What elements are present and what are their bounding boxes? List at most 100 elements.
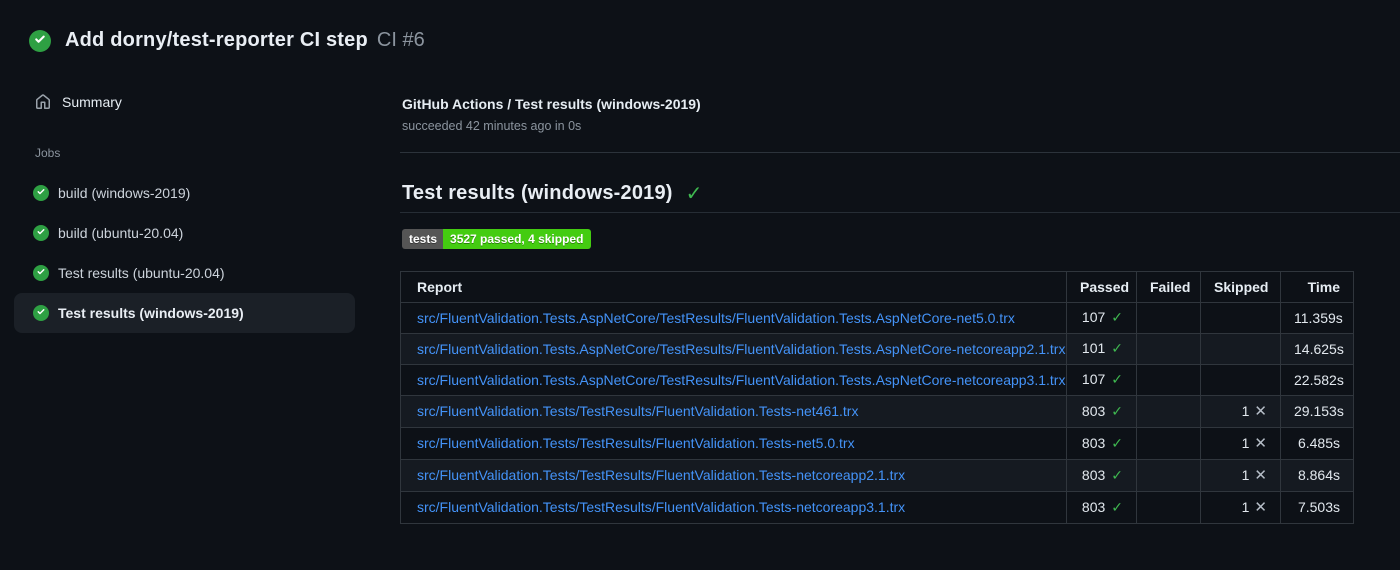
badge-value: 3527 passed, 4 skipped bbox=[443, 229, 592, 249]
table-row: src/FluentValidation.Tests/TestResults/F… bbox=[400, 427, 1354, 460]
column-header-passed: Passed bbox=[1066, 271, 1137, 303]
passed-cell: 803 ✓ bbox=[1066, 427, 1137, 460]
failed-cell bbox=[1136, 395, 1201, 428]
main-content: GitHub Actions / Test results (windows-2… bbox=[400, 0, 1400, 570]
home-icon bbox=[35, 94, 51, 110]
report-link[interactable]: src/FluentValidation.Tests/TestResults/F… bbox=[417, 499, 905, 515]
report-cell: src/FluentValidation.Tests/TestResults/F… bbox=[400, 395, 1067, 428]
skipped-count: 1 bbox=[1241, 499, 1250, 515]
sidebar-item-build-ubuntu-20-04[interactable]: build (ubuntu-20.04) bbox=[14, 213, 355, 253]
table-row: src/FluentValidation.Tests/TestResults/F… bbox=[400, 491, 1354, 524]
passed-check-icon: ✓ bbox=[1111, 499, 1123, 516]
success-check-circle-icon bbox=[33, 265, 49, 281]
skipped-cell: 1 ✕ bbox=[1200, 459, 1281, 492]
time-cell: 29.153s bbox=[1280, 395, 1354, 428]
column-header-report: Report bbox=[400, 271, 1067, 303]
sidebar: Summary Jobs build (windows-2019) build … bbox=[0, 0, 380, 570]
sidebar-item-test-results-windows-2019[interactable]: Test results (windows-2019) bbox=[14, 293, 355, 333]
skipped-cell: 1 ✕ bbox=[1200, 395, 1281, 428]
passed-count: 803 bbox=[1081, 466, 1106, 483]
failed-cell bbox=[1136, 491, 1201, 524]
time-cell: 7.503s bbox=[1280, 491, 1354, 524]
table-header-row: Report Passed Failed Skipped Time bbox=[400, 271, 1354, 303]
success-check-icon: ✓ bbox=[685, 181, 703, 205]
time-cell: 14.625s bbox=[1280, 333, 1354, 365]
failed-cell bbox=[1136, 302, 1201, 334]
section-heading-row: Test results (windows-2019) ✓ bbox=[402, 181, 702, 205]
skipped-cell bbox=[1200, 364, 1281, 396]
report-link[interactable]: src/FluentValidation.Tests.AspNetCore/Te… bbox=[417, 310, 1015, 326]
time-cell: 8.864s bbox=[1280, 459, 1354, 492]
passed-check-icon: ✓ bbox=[1111, 403, 1123, 420]
skipped-count: 1 bbox=[1241, 467, 1250, 483]
skipped-cross-icon: ✕ bbox=[1254, 402, 1267, 420]
time-cell: 11.359s bbox=[1280, 302, 1354, 334]
report-link[interactable]: src/FluentValidation.Tests.AspNetCore/Te… bbox=[417, 341, 1065, 357]
passed-count: 803 bbox=[1081, 498, 1106, 515]
passed-check-icon: ✓ bbox=[1111, 310, 1123, 326]
success-check-circle-icon bbox=[33, 225, 49, 241]
sidebar-item-summary[interactable]: Summary bbox=[35, 94, 122, 110]
success-check-circle-icon bbox=[33, 305, 49, 321]
passed-cell: 803 ✓ bbox=[1066, 459, 1137, 492]
skipped-cross-icon: ✕ bbox=[1254, 434, 1267, 452]
report-cell: src/FluentValidation.Tests.AspNetCore/Te… bbox=[400, 333, 1067, 365]
column-header-skipped: Skipped bbox=[1200, 271, 1281, 303]
jobs-list: build (windows-2019) build (ubuntu-20.04… bbox=[14, 173, 355, 333]
report-table-body: src/FluentValidation.Tests.AspNetCore/Te… bbox=[400, 302, 1354, 524]
table-row: src/FluentValidation.Tests.AspNetCore/Te… bbox=[400, 302, 1354, 334]
status-line: succeeded 42 minutes ago in 0s bbox=[402, 119, 582, 133]
table-row: src/FluentValidation.Tests/TestResults/F… bbox=[400, 395, 1354, 428]
failed-cell bbox=[1136, 333, 1201, 365]
skipped-cell: 1 ✕ bbox=[1200, 491, 1281, 524]
jobs-section-label: Jobs bbox=[35, 146, 61, 160]
report-link[interactable]: src/FluentValidation.Tests.AspNetCore/Te… bbox=[417, 372, 1065, 388]
column-header-time: Time bbox=[1280, 271, 1354, 303]
passed-cell: 107 ✓ bbox=[1066, 302, 1137, 334]
report-link[interactable]: src/FluentValidation.Tests/TestResults/F… bbox=[417, 403, 858, 419]
skipped-cross-icon: ✕ bbox=[1254, 498, 1267, 516]
job-label: build (windows-2019) bbox=[58, 185, 191, 201]
failed-cell bbox=[1136, 459, 1201, 492]
passed-count: 803 bbox=[1081, 402, 1106, 419]
passed-cell: 101 ✓ bbox=[1066, 333, 1137, 365]
divider bbox=[400, 212, 1400, 213]
passed-count: 101 bbox=[1081, 340, 1106, 356]
table-row: src/FluentValidation.Tests.AspNetCore/Te… bbox=[400, 364, 1354, 396]
failed-cell bbox=[1136, 364, 1201, 396]
report-table: Report Passed Failed Skipped Time src/Fl… bbox=[400, 271, 1354, 524]
job-label: build (ubuntu-20.04) bbox=[58, 225, 184, 241]
time-cell: 6.485s bbox=[1280, 427, 1354, 460]
sidebar-item-build-windows-2019[interactable]: build (windows-2019) bbox=[14, 173, 355, 213]
passed-count: 107 bbox=[1081, 371, 1106, 387]
table-row: src/FluentValidation.Tests.AspNetCore/Te… bbox=[400, 333, 1354, 365]
report-link[interactable]: src/FluentValidation.Tests/TestResults/F… bbox=[417, 435, 855, 451]
passed-check-icon: ✓ bbox=[1111, 467, 1123, 484]
badge-label: tests bbox=[402, 229, 444, 249]
report-cell: src/FluentValidation.Tests/TestResults/F… bbox=[400, 427, 1067, 460]
report-cell: src/FluentValidation.Tests/TestResults/F… bbox=[400, 459, 1067, 492]
section-heading: Test results (windows-2019) bbox=[402, 181, 673, 204]
summary-label: Summary bbox=[62, 94, 122, 110]
skipped-count: 1 bbox=[1241, 435, 1250, 451]
report-cell: src/FluentValidation.Tests.AspNetCore/Te… bbox=[400, 364, 1067, 396]
job-label: Test results (ubuntu-20.04) bbox=[58, 265, 225, 281]
passed-check-icon: ✓ bbox=[1111, 372, 1123, 388]
sidebar-item-test-results-ubuntu-20-04[interactable]: Test results (ubuntu-20.04) bbox=[14, 253, 355, 293]
job-label: Test results (windows-2019) bbox=[58, 305, 244, 321]
report-cell: src/FluentValidation.Tests/TestResults/F… bbox=[400, 491, 1067, 524]
divider bbox=[400, 152, 1400, 153]
table-row: src/FluentValidation.Tests/TestResults/F… bbox=[400, 459, 1354, 492]
check-suite-title: GitHub Actions / Test results (windows-2… bbox=[402, 96, 701, 112]
skipped-cell bbox=[1200, 302, 1281, 334]
skipped-count: 1 bbox=[1241, 403, 1250, 419]
column-header-failed: Failed bbox=[1136, 271, 1201, 303]
failed-cell bbox=[1136, 427, 1201, 460]
passed-cell: 803 ✓ bbox=[1066, 395, 1137, 428]
success-check-circle-icon bbox=[33, 185, 49, 201]
passed-count: 803 bbox=[1081, 434, 1106, 451]
skipped-cross-icon: ✕ bbox=[1254, 466, 1267, 484]
tests-badge: tests 3527 passed, 4 skipped bbox=[402, 229, 592, 249]
report-cell: src/FluentValidation.Tests.AspNetCore/Te… bbox=[400, 302, 1067, 334]
report-link[interactable]: src/FluentValidation.Tests/TestResults/F… bbox=[417, 467, 905, 483]
